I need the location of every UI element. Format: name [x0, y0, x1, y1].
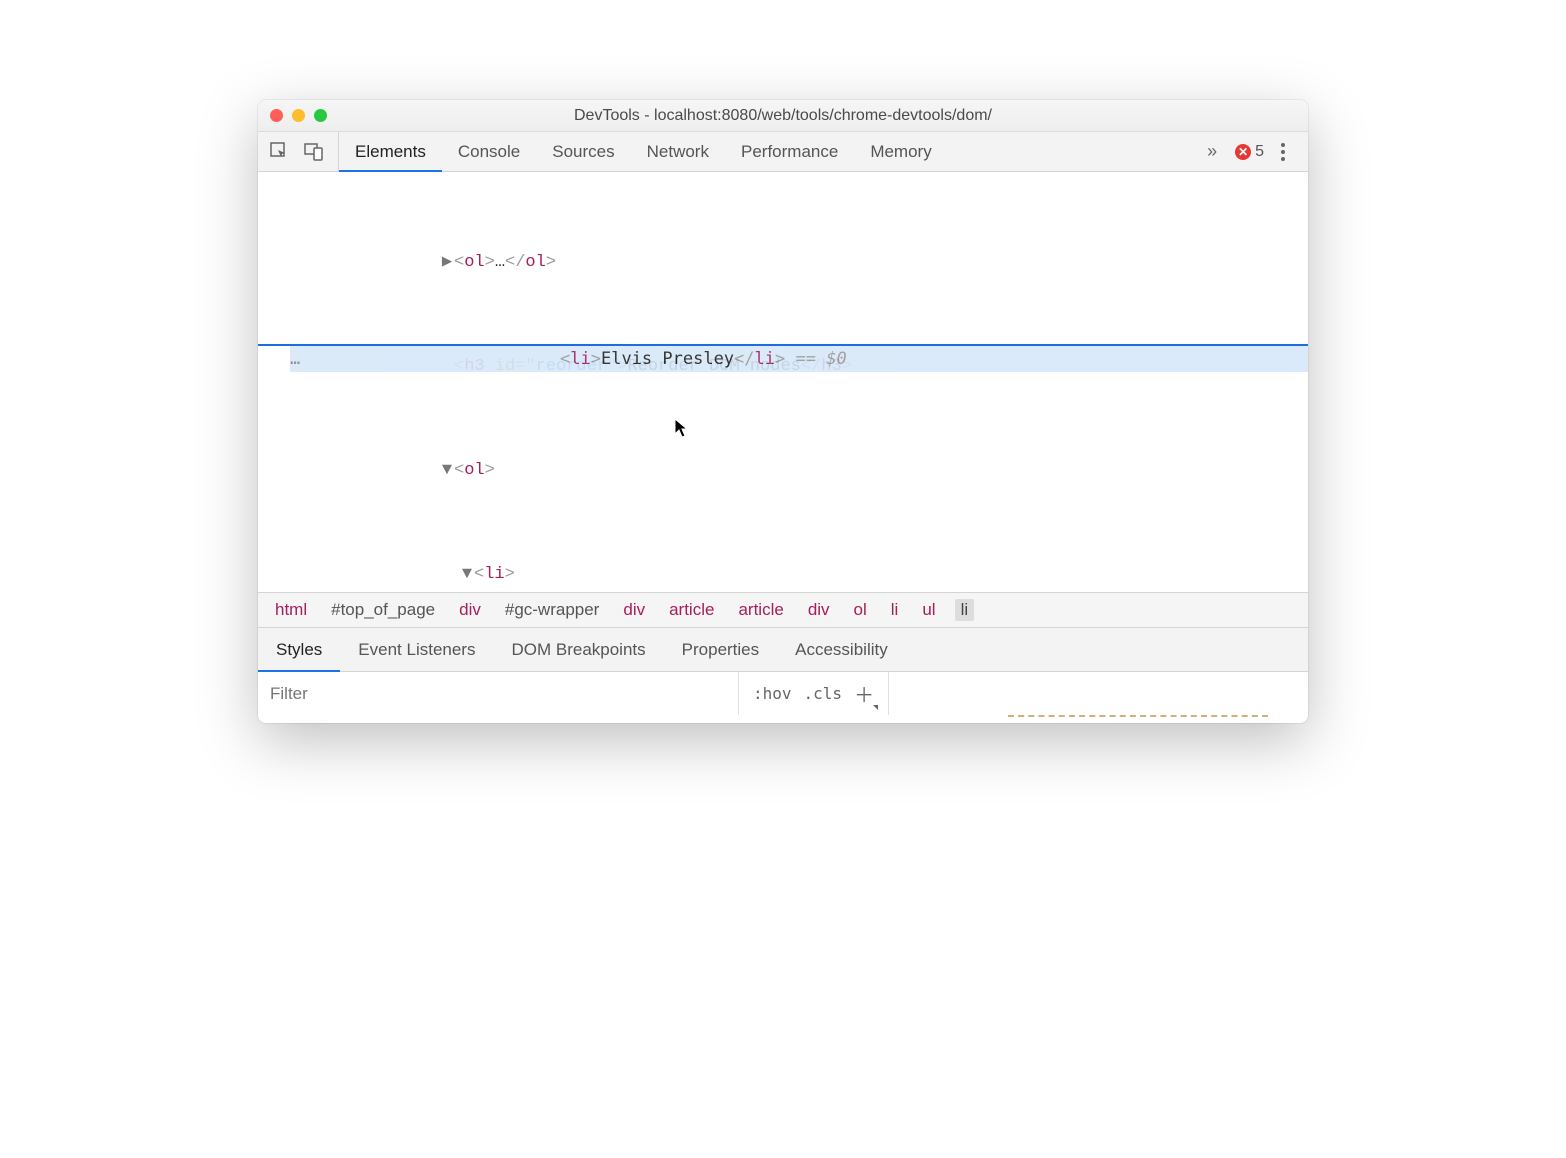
dom-tree-panel[interactable]: ▶<ol>…</ol> <h3 id="reorder">Reorder DOM… [258, 172, 1308, 592]
main-toolbar: Elements Console Sources Network Perform… [258, 132, 1308, 172]
device-toggle-icon[interactable] [304, 142, 324, 162]
window-title: DevTools - localhost:8080/web/tools/chro… [258, 107, 1308, 125]
dom-row[interactable]: ▼<li> [258, 562, 1308, 588]
breadcrumb[interactable]: html #top_of_page div #gc-wrapper div ar… [258, 592, 1308, 627]
breadcrumb-item[interactable]: div [618, 599, 650, 621]
breadcrumb-item[interactable]: ol [849, 599, 872, 621]
breadcrumb-item[interactable]: #gc-wrapper [500, 599, 605, 621]
row-actions-dots: … [290, 346, 314, 372]
styles-tabs: Styles Event Listeners DOM Breakpoints P… [258, 627, 1308, 671]
devtools-window: DevTools - localhost:8080/web/tools/chro… [258, 100, 1308, 723]
breadcrumb-item[interactable]: li [886, 599, 904, 621]
dom-row[interactable]: ▼<ol> [258, 458, 1308, 484]
toolbar-right: » ✕ 5 [1199, 132, 1308, 171]
toggle-cls[interactable]: .cls [804, 684, 843, 703]
zoom-window-button[interactable] [314, 109, 327, 122]
tab-network[interactable]: Network [631, 132, 725, 171]
breadcrumb-item[interactable]: article [733, 599, 788, 621]
toggle-hov[interactable]: :hov [753, 684, 792, 703]
tab-console[interactable]: Console [442, 132, 536, 171]
panel-tabs: Elements Console Sources Network Perform… [339, 132, 948, 171]
box-model-edge [1008, 715, 1268, 717]
breadcrumb-item[interactable]: div [454, 599, 486, 621]
error-counter[interactable]: ✕ 5 [1235, 143, 1264, 161]
tab-memory[interactable]: Memory [854, 132, 947, 171]
tab-elements[interactable]: Elements [339, 132, 442, 171]
styles-filter-bar: :hov .cls ＋ [258, 671, 1308, 715]
dom-row[interactable]: ▶<ol>…</ol> [258, 250, 1308, 276]
drag-ghost-row: … <li>Elvis Presley</li> == $0 [290, 346, 1308, 372]
styles-filter-input[interactable] [258, 672, 738, 715]
breadcrumb-item-active[interactable]: li [955, 599, 975, 621]
devtools-menu-icon[interactable] [1274, 141, 1292, 163]
new-style-rule-button[interactable]: ＋ [854, 679, 874, 708]
tab-sources[interactable]: Sources [536, 132, 630, 171]
tab-performance[interactable]: Performance [725, 132, 854, 171]
overflow-tabs-icon[interactable]: » [1199, 141, 1225, 162]
close-window-button[interactable] [270, 109, 283, 122]
tab-accessibility[interactable]: Accessibility [777, 628, 906, 671]
tab-event-listeners[interactable]: Event Listeners [340, 628, 493, 671]
error-count: 5 [1255, 143, 1264, 161]
breadcrumb-item[interactable]: article [664, 599, 719, 621]
toolbar-left-icons [270, 132, 339, 171]
mouse-cursor-icon [674, 366, 690, 388]
breadcrumb-item[interactable]: ul [917, 599, 940, 621]
inspect-icon[interactable] [270, 142, 290, 162]
tab-properties[interactable]: Properties [664, 628, 777, 671]
minimize-window-button[interactable] [292, 109, 305, 122]
tab-styles[interactable]: Styles [258, 628, 340, 671]
breadcrumb-item[interactable]: div [803, 599, 835, 621]
window-controls [270, 109, 327, 122]
titlebar: DevTools - localhost:8080/web/tools/chro… [258, 100, 1308, 132]
tab-dom-breakpoints[interactable]: DOM Breakpoints [493, 628, 663, 671]
breadcrumb-item[interactable]: html [270, 599, 312, 621]
filter-toggles: :hov .cls ＋ [738, 672, 889, 715]
breadcrumb-item[interactable]: #top_of_page [326, 599, 440, 621]
error-icon: ✕ [1235, 144, 1251, 160]
